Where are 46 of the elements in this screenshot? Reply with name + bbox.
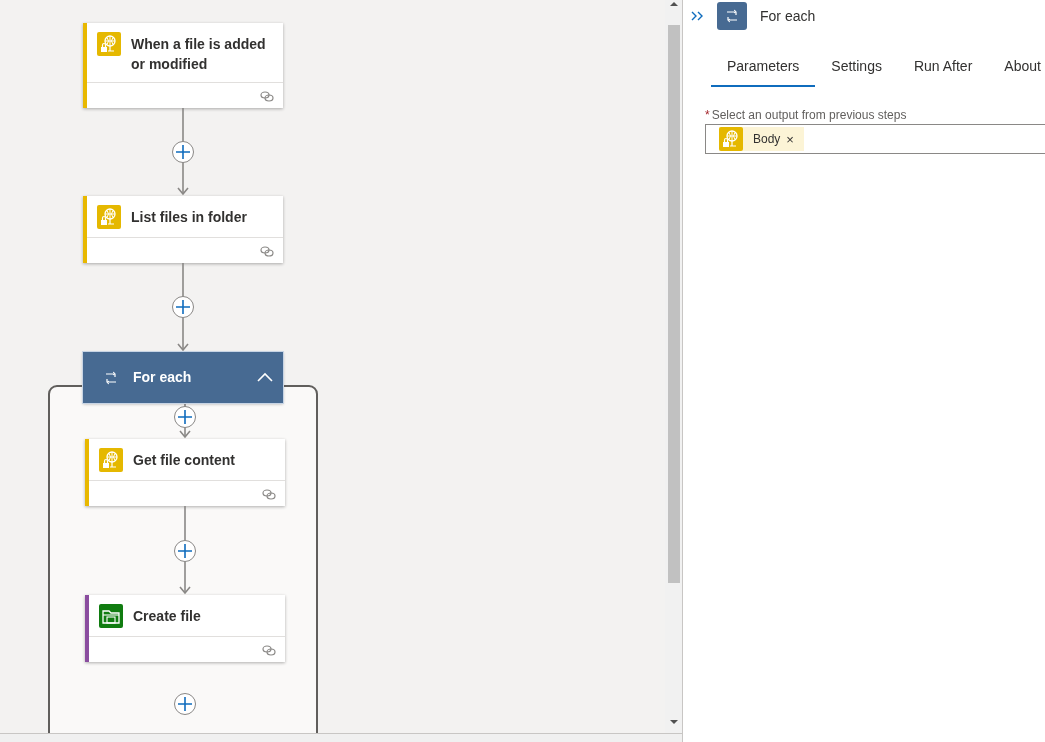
link-icon xyxy=(262,643,276,656)
action-card[interactable]: List files in folder xyxy=(83,196,283,263)
link-icon xyxy=(260,244,274,257)
token-input-field[interactable]: Body × xyxy=(705,124,1045,154)
globe-lock-icon xyxy=(719,127,743,151)
scroll-down-icon[interactable] xyxy=(669,718,679,726)
plus-icon xyxy=(176,300,190,314)
action-card[interactable]: Create file xyxy=(85,595,285,662)
folder-icon xyxy=(99,604,123,628)
action-card[interactable]: Get file content xyxy=(85,439,285,506)
plus-icon xyxy=(178,410,192,424)
add-step-button[interactable] xyxy=(172,141,194,163)
step-title: Create file xyxy=(133,607,201,626)
add-step-button[interactable] xyxy=(174,693,196,715)
loop-icon xyxy=(103,369,119,386)
add-step-button[interactable] xyxy=(174,540,196,562)
token-label: Body xyxy=(753,131,781,148)
globe-lock-icon xyxy=(99,448,123,472)
action-card[interactable]: When a file is added or modified xyxy=(83,23,283,108)
link-icon xyxy=(260,89,274,102)
field-label: * Select an output from previous steps xyxy=(705,107,908,124)
tab[interactable]: Parameters xyxy=(711,51,816,87)
step-title: Get file content xyxy=(133,451,235,470)
globe-lock-icon xyxy=(97,32,121,56)
loop-icon xyxy=(724,8,740,24)
link-icon xyxy=(262,487,276,500)
collapse-icon[interactable] xyxy=(691,11,703,21)
plus-icon xyxy=(178,544,192,558)
scrollbar-thumb[interactable] xyxy=(668,25,680,583)
tab[interactable]: About xyxy=(988,51,1045,87)
remove-token-button[interactable]: × xyxy=(780,132,804,146)
plus-icon xyxy=(176,145,190,159)
step-title: List files in folder xyxy=(131,208,247,227)
add-step-button[interactable] xyxy=(172,296,194,318)
plus-icon xyxy=(178,697,192,711)
step-title: When a file is added or modified xyxy=(131,35,267,74)
add-step-button[interactable] xyxy=(174,406,196,428)
tab[interactable]: Settings xyxy=(815,51,898,87)
loop-title: For each xyxy=(133,368,193,387)
horizontal-scrollbar[interactable] xyxy=(0,733,682,742)
tab[interactable]: Run After xyxy=(897,51,989,87)
scroll-up-icon[interactable] xyxy=(669,0,679,8)
loop-header[interactable]: For each xyxy=(83,352,283,403)
chevron-up-icon[interactable] xyxy=(257,372,273,383)
globe-lock-icon xyxy=(97,205,121,229)
panel-title: For each xyxy=(760,6,816,26)
